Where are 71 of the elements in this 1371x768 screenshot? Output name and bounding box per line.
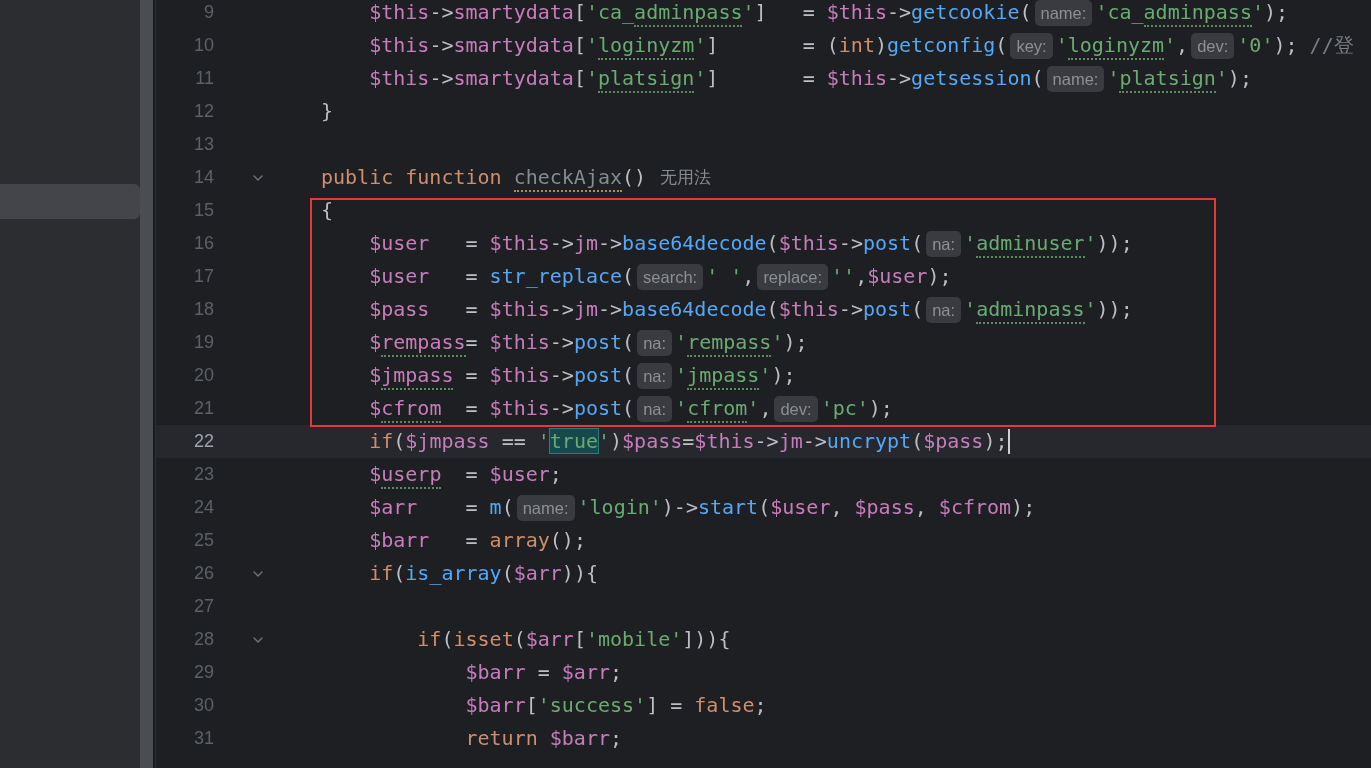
code-text: $barr['success'] = false; bbox=[464, 692, 767, 719]
code-text: $this->smartydata['platsign'] = $this->getsession( bbox=[321, 62, 1044, 95]
code-text: 'login')->start($user, $pass, $cfrom); bbox=[577, 494, 1036, 521]
code-text: 'cfrom', bbox=[675, 392, 772, 425]
code-text: if(isset($arr['mobile'])){ bbox=[416, 626, 731, 653]
parameter-hint: name: bbox=[1046, 65, 1105, 92]
code-text: $this->smartydata['loginyzm'] = (int)getconfig( bbox=[321, 29, 1008, 62]
code-text: 'rempass'); bbox=[675, 326, 808, 359]
parameter-hint: na: bbox=[637, 395, 673, 422]
line-number: 31 bbox=[193, 728, 214, 748]
line-number: 30 bbox=[193, 695, 214, 715]
code-text: } bbox=[321, 98, 334, 125]
code-text: { bbox=[321, 197, 334, 224]
line-number: 27 bbox=[193, 596, 214, 616]
line-number: 12 bbox=[193, 101, 214, 121]
code-text: $cfrom = $this->post( bbox=[321, 392, 635, 425]
code-text: 'adminpass')); bbox=[964, 293, 1133, 326]
line-number: 9 bbox=[204, 2, 214, 22]
code-text: $user = $this->jm->base64decode($this->post( bbox=[368, 230, 924, 257]
parameter-hint: replace: bbox=[757, 263, 829, 290]
line-number: 29 bbox=[193, 662, 214, 682]
code-text: $barr = array(); bbox=[368, 527, 586, 554]
parameter-hint: na: bbox=[926, 296, 962, 323]
usage-hint[interactable]: 无用法 bbox=[660, 161, 712, 194]
code-text: '',$user); bbox=[831, 263, 952, 290]
code-text: $rempass= $this->post( bbox=[321, 326, 635, 359]
line-number: 24 bbox=[193, 497, 214, 517]
line-number: 20 bbox=[193, 365, 214, 385]
line-number: 14 bbox=[193, 167, 214, 187]
parameter-hint: dev: bbox=[774, 395, 818, 422]
code-text: ' ', bbox=[706, 263, 755, 290]
line-number: 18 bbox=[193, 299, 214, 319]
line-number: 25 bbox=[193, 530, 214, 550]
line-number: 13 bbox=[193, 134, 214, 154]
line-number: 28 bbox=[193, 629, 214, 649]
line-number: 21 bbox=[193, 398, 214, 418]
parameter-hint: na: bbox=[926, 230, 962, 257]
line-number: 11 bbox=[195, 68, 214, 88]
code-text: $userp = $user; bbox=[321, 458, 562, 491]
line-number: 19 bbox=[193, 332, 214, 352]
line-number: 22 bbox=[193, 431, 214, 451]
line-number: 26 bbox=[193, 563, 214, 583]
code-text: return $barr; bbox=[464, 725, 623, 752]
parameter-hint: na: bbox=[637, 329, 673, 356]
code-text: 'ca_adminpass'); bbox=[1095, 0, 1289, 29]
code-text: if(is_array($arr)){ bbox=[368, 560, 598, 587]
code-text: $this->smartydata['ca_adminpass'] = $this->getcookie( bbox=[321, 0, 1032, 29]
code-text: $arr = m( bbox=[368, 494, 514, 521]
parameter-hint: search: bbox=[637, 263, 704, 290]
code-text: '0'); //登 bbox=[1237, 32, 1354, 59]
code-text: $barr = $arr; bbox=[464, 659, 623, 686]
parameter-hint: dev: bbox=[1191, 32, 1235, 59]
code-text: $pass = $this->jm->base64decode($this->post( bbox=[368, 296, 924, 323]
line-number: 17 bbox=[193, 266, 214, 286]
parameter-hint: key: bbox=[1010, 32, 1053, 59]
line-number: 15 bbox=[193, 200, 214, 220]
parameter-hint: na: bbox=[637, 362, 673, 389]
code-text: $user = str_replace( bbox=[368, 263, 635, 290]
code-text: 'pc'); bbox=[820, 395, 893, 422]
line-number: 16 bbox=[193, 233, 214, 253]
code-text: 'platsign'); bbox=[1107, 62, 1252, 95]
code-text: public function checkAjax() bbox=[321, 161, 647, 194]
line-number: 10 bbox=[193, 35, 214, 55]
parameter-hint: name: bbox=[516, 494, 575, 521]
line-number: 23 bbox=[193, 464, 214, 484]
code-text: 'loginyzm', bbox=[1055, 29, 1189, 62]
code-text: 'jmpass'); bbox=[675, 359, 796, 392]
code-text: $jmpass = $this->post( bbox=[321, 359, 635, 392]
code-text: if($jmpass == 'true')$pass=$this->jm->uncrypt($pass); bbox=[368, 428, 1008, 455]
code-text: 'adminuser')); bbox=[964, 227, 1133, 260]
parameter-hint: name: bbox=[1034, 0, 1093, 26]
